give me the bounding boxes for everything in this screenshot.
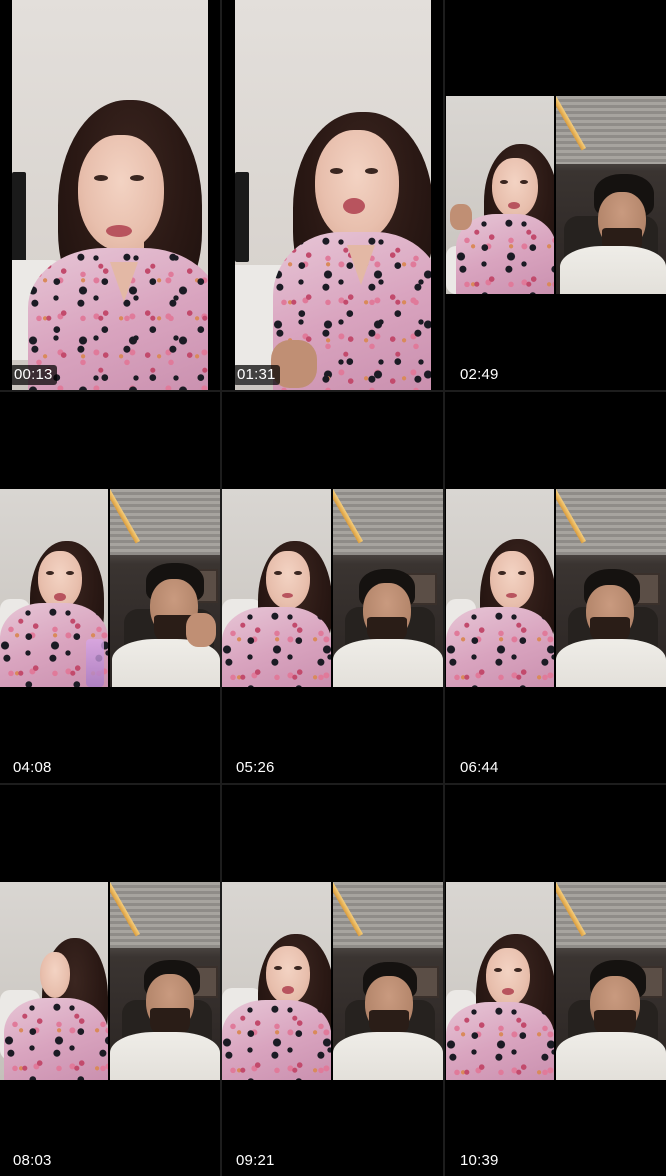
video-frame — [445, 882, 666, 1080]
video-frame — [0, 882, 220, 1080]
video-thumbnail[interactable]: 01:31 — [222, 0, 443, 390]
video-frame — [445, 96, 666, 294]
video-frame — [445, 489, 666, 687]
video-frame — [222, 882, 443, 1080]
video-frame — [12, 0, 208, 390]
video-timestamp: 02:49 — [460, 366, 499, 383]
video-thumbnail[interactable]: 09:21 — [222, 785, 443, 1176]
video-timestamp: 04:08 — [13, 759, 52, 776]
video-thumbnail[interactable]: 10:39 — [445, 785, 666, 1176]
video-timestamp: 10:39 — [460, 1152, 499, 1169]
video-thumbnail[interactable]: 02:49 — [445, 0, 666, 390]
video-thumbnail[interactable]: 06:44 — [445, 392, 666, 783]
video-frame — [222, 489, 443, 687]
video-thumbnail[interactable]: 04:08 — [0, 392, 220, 783]
video-thumbnail[interactable]: 08:03 — [0, 785, 220, 1176]
video-thumbnail-grid: 00:13 01:31 02:49 04:08 05:26 06:44 08:0… — [0, 0, 666, 1176]
video-timestamp: 00:13 — [10, 365, 57, 385]
video-frame — [235, 0, 431, 390]
video-timestamp: 05:26 — [236, 759, 275, 776]
video-timestamp: 09:21 — [236, 1152, 275, 1169]
video-thumbnail[interactable]: 00:13 — [0, 0, 220, 390]
video-timestamp: 01:31 — [233, 365, 280, 385]
video-timestamp: 08:03 — [13, 1152, 52, 1169]
video-frame — [0, 489, 220, 687]
video-thumbnail[interactable]: 05:26 — [222, 392, 443, 783]
video-timestamp: 06:44 — [460, 759, 499, 776]
